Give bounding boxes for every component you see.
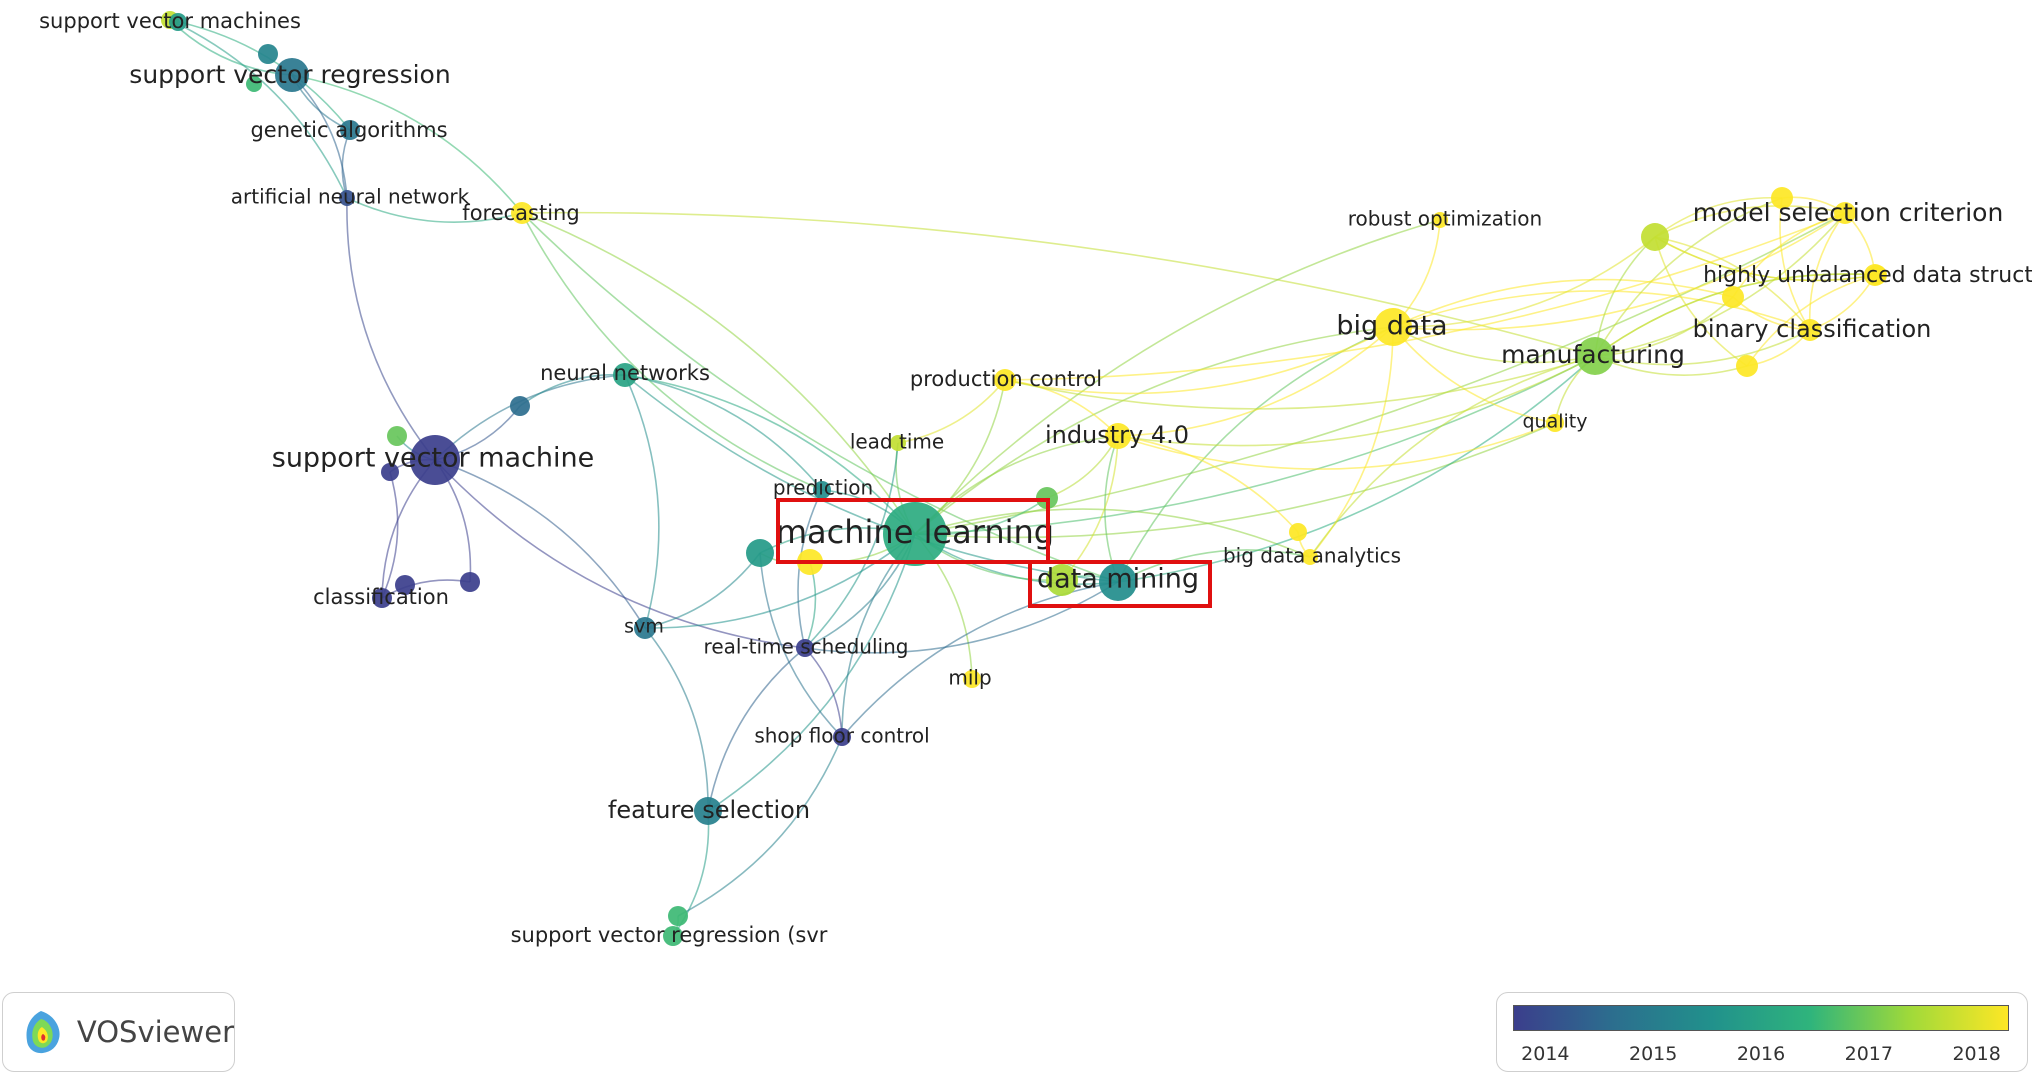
node-u12[interactable] (1722, 286, 1744, 308)
label-classification: classification (313, 585, 449, 609)
edge-prodctrl-msc (1004, 212, 1846, 381)
edge-bigdata-industry (1117, 326, 1394, 437)
label-binary: binary classification (1693, 315, 1932, 343)
legend-tick-2015: 2015 (1628, 1043, 1678, 1065)
node-u11[interactable] (1641, 223, 1669, 251)
label-bigdata: big data (1336, 311, 1447, 342)
label-forecasting: forecasting (462, 201, 579, 225)
label-svr2: support vector regression (svr (511, 923, 828, 947)
label-prodctrl: production control (910, 367, 1102, 391)
legend-color-bar (1513, 1005, 2009, 1031)
edge-u5-classification (381, 471, 399, 599)
node-u16[interactable] (1289, 523, 1307, 541)
legend-tick-2014: 2014 (1521, 1043, 1570, 1065)
legend-tick-2017: 2017 (1844, 1043, 1893, 1065)
label-manufacturing: manufacturing (1501, 340, 1685, 369)
label-svm_small: svm (624, 616, 664, 638)
label-neural: neural networks (540, 361, 710, 385)
vosviewer-logo: VOSviewer (2, 992, 235, 1072)
node-u8[interactable] (746, 539, 774, 567)
label-ann: artificial neural network (231, 185, 470, 209)
label-quality: quality (1523, 411, 1588, 433)
label-svr: support vector regression (129, 60, 450, 89)
label-prediction: prediction (773, 476, 873, 500)
edge-svms-ann (169, 19, 348, 199)
edge-svm_big-svm_small (434, 459, 646, 629)
node-u1[interactable] (510, 396, 530, 416)
label-msc: model selection criterion (1693, 198, 2004, 227)
label-industry: industry 4.0 (1045, 421, 1189, 449)
label-sfc: shop floor control (754, 724, 929, 748)
label-ga: genetic algorithms (250, 118, 447, 142)
vosviewer-logo-icon (26, 1011, 60, 1054)
label-bda: big data analytics (1223, 544, 1401, 568)
legend-tick-2018: 2018 (1952, 1043, 2001, 1065)
label-leadtime: lead time (850, 430, 944, 454)
node-u6[interactable] (460, 572, 480, 592)
label-dm: data mining (1037, 564, 1199, 595)
label-rts: real-time scheduling (704, 635, 909, 659)
edge-fs-ml (707, 533, 916, 812)
edge-neural-ml (624, 374, 916, 535)
label-ml: machine learning (776, 513, 1054, 551)
network-canvas[interactable]: support vector machines support vector re… (0, 0, 2032, 1075)
year-legend: 2014 2015 2016 2017 2018 (1496, 992, 2028, 1072)
edge-manufacturing-u11 (1594, 236, 1656, 357)
edge-manufacturing-bda (1309, 355, 1596, 558)
edge-bigdata-bda (1309, 326, 1394, 558)
label-fs: feature selection (608, 796, 810, 824)
edge-svm_small-fs (644, 627, 709, 812)
node-layer (161, 11, 1887, 946)
label-milp: milp (948, 666, 991, 690)
edge-ann-svm_big (346, 197, 436, 461)
node-u14[interactable] (1736, 355, 1758, 377)
edge-u17-sfc (677, 736, 843, 917)
edge-industry-u10 (1061, 435, 1119, 581)
edge-neural-svm_small (624, 374, 660, 629)
label-robust: robust optimization (1348, 207, 1542, 231)
logo-text: VOSviewer (76, 1015, 234, 1049)
label-hud: highly unbalanced data structu (1703, 263, 2032, 288)
label-svm_big: support vector machine (272, 443, 595, 474)
label-svms: support vector machines (39, 9, 301, 33)
legend-tick-2016: 2016 (1736, 1043, 1786, 1065)
